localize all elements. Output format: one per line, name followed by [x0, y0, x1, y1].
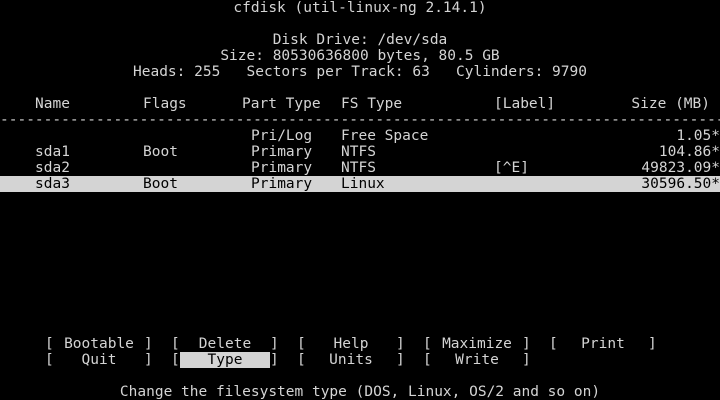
- cfdisk-screen: { "header": { "title": "cfdisk (util-lin…: [0, 0, 720, 400]
- bracket-open: [: [423, 352, 432, 368]
- menu-button-label: Maximize: [442, 336, 512, 352]
- column-header-fs-type: FS Type: [341, 96, 403, 112]
- partition-row-selected[interactable]: sda3 Boot Primary Linux 30596.50*: [0, 176, 720, 192]
- bracket-close: ]: [270, 352, 279, 368]
- partition-row[interactable]: Pri/Log Free Space 1.05*: [0, 128, 720, 144]
- bracket-open: [: [297, 352, 306, 368]
- help-text: Change the filesystem type (DOS, Linux, …: [119, 384, 601, 400]
- partition-cell-name: sda3: [35, 176, 70, 192]
- menu-button-type[interactable]: [ Type]: [171, 352, 279, 368]
- bracket-open: [: [171, 336, 180, 352]
- menu-button-label: Delete: [198, 336, 252, 352]
- menu-button-print[interactable]: [ Print]: [549, 336, 657, 352]
- bracket-close: ]: [144, 336, 153, 352]
- partition-cell-size: 104.86*: [658, 144, 720, 160]
- table-header: Name Flags Part Type FS Type [Label] Siz…: [0, 96, 720, 112]
- menu-button-delete[interactable]: [ Delete]: [171, 336, 279, 352]
- partition-row[interactable]: sda1 Boot Primary NTFS 104.86*: [0, 144, 720, 160]
- bracket-close: ]: [522, 352, 531, 368]
- partition-cell-name: sda2: [35, 160, 70, 176]
- partition-cell-part-type: Primary: [251, 176, 313, 192]
- bracket-open: [: [171, 352, 180, 368]
- menu-button-label: Bootable: [64, 336, 134, 352]
- menu-button-quit[interactable]: [ Quit]: [45, 352, 153, 368]
- menu-button-bootable[interactable]: [ Bootable]: [45, 336, 153, 352]
- bracket-open: [: [549, 336, 558, 352]
- bracket-open: [: [423, 336, 432, 352]
- menu-button-write[interactable]: [ Write]: [423, 352, 531, 368]
- menu-button-label: Print: [581, 336, 625, 352]
- column-header-size: Size (MB): [631, 96, 710, 112]
- partition-cell-fs-type: NTFS: [341, 144, 376, 160]
- partition-cell-flags: Boot: [143, 176, 178, 192]
- menu-button-label: Units: [329, 352, 373, 368]
- bracket-close: ]: [396, 336, 405, 352]
- partition-cell-part-type: Pri/Log: [251, 128, 313, 144]
- menu-button-units[interactable]: [ Units]: [297, 352, 405, 368]
- menu-button-label: Type: [207, 352, 243, 368]
- bracket-close: ]: [648, 336, 657, 352]
- app-title: cfdisk (util-linux-ng 2.14.1): [233, 0, 487, 16]
- bracket-close: ]: [396, 352, 405, 368]
- partition-cell-size: 30596.50*: [641, 176, 720, 192]
- disk-drive-info: Disk Drive: /dev/sda: [272, 32, 448, 48]
- bracket-open: [: [45, 336, 54, 352]
- partition-cell-fs-type: Free Space: [341, 128, 429, 144]
- partition-row[interactable]: sda2 Primary NTFS [^E] 49823.09*: [0, 160, 720, 176]
- partition-cell-size: 49823.09*: [641, 160, 720, 176]
- partition-cell-part-type: Primary: [251, 144, 313, 160]
- partition-cell-label: [^E]: [494, 160, 529, 176]
- menu-button-label: Help: [333, 336, 369, 352]
- disk-geometry-info: Heads: 255 Sectors per Track: 63 Cylinde…: [133, 64, 587, 80]
- partition-cell-fs-type: Linux: [341, 176, 385, 192]
- bracket-close: ]: [522, 336, 531, 352]
- partition-cell-flags: Boot: [143, 144, 178, 160]
- disk-size-info: Size: 80530636800 bytes, 80.5 GB: [220, 48, 500, 64]
- bracket-close: ]: [144, 352, 153, 368]
- partition-cell-part-type: Primary: [251, 160, 313, 176]
- column-header-part-type: Part Type: [242, 96, 321, 112]
- column-header-flags: Flags: [143, 96, 187, 112]
- column-header-label: [Label]: [494, 96, 556, 112]
- partition-cell-name: sda1: [35, 144, 70, 160]
- menu-button-help[interactable]: [ Help]: [297, 336, 405, 352]
- menu-button-label: Quit: [81, 352, 117, 368]
- partition-cell-size: 1.05*: [676, 128, 720, 144]
- bracket-open: [: [297, 336, 306, 352]
- partition-cell-fs-type: NTFS: [341, 160, 376, 176]
- bracket-open: [: [45, 352, 54, 368]
- column-header-name: Name: [35, 96, 70, 112]
- table-divider: ----------------------------------------…: [0, 112, 720, 128]
- menu-button-maximize[interactable]: [ Maximize]: [423, 336, 531, 352]
- bracket-close: ]: [270, 336, 279, 352]
- menu-button-label: Write: [455, 352, 499, 368]
